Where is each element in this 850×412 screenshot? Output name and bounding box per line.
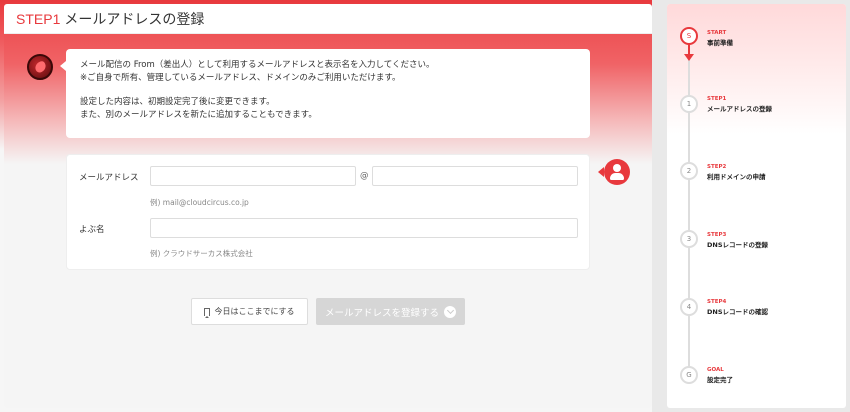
step-tag: STEP1	[707, 96, 727, 102]
step-name: DNSレコードの登録	[707, 241, 769, 249]
message-line: ※ご自身で所有、管理しているメールアドレス、ドメインのみご利用いただけます。	[80, 72, 401, 83]
step-marker-3: 3	[680, 230, 698, 248]
page-title: メールアドレスの登録	[64, 10, 205, 27]
step-label: STEP1	[16, 10, 61, 27]
at-symbol: @	[360, 171, 369, 181]
email-label: メールアドレス	[79, 173, 139, 183]
step-name: 事前準備	[707, 39, 733, 47]
user-avatar-icon	[598, 159, 630, 185]
email-domain-input[interactable]	[372, 166, 578, 186]
progress-sidebar: S START 事前準備 1 STEP1 メールアドレスの登録 2 STEP2 …	[667, 4, 846, 408]
register-email-label: メールアドレスを登録する	[324, 307, 439, 319]
save-for-later-label: 今日はここまでにする	[214, 307, 295, 316]
step-tag: STEP4	[707, 299, 727, 305]
name-label: よぶ名	[79, 225, 105, 235]
step-name: 設定完了	[707, 376, 733, 384]
name-hint: 例) クラウドサーカス株式会社	[150, 249, 253, 258]
step-tag: GOAL	[707, 367, 724, 373]
step-name: 利用ドメインの申請	[707, 173, 766, 181]
instruction-message: メール配信の From（差出人）として利用するメールアドレスと表示名を入力してく…	[60, 49, 590, 138]
email-hint: 例) mail@cloudcircus.co.jp	[150, 198, 249, 207]
step-marker-4: 4	[680, 298, 698, 316]
step-marker-goal: G	[680, 366, 698, 384]
bird-avatar-icon	[27, 54, 53, 80]
email-local-input[interactable]	[150, 166, 356, 186]
page-header: STEP1 メールアドレスの登録	[4, 4, 652, 34]
chevron-down-circle-icon	[444, 305, 456, 318]
step-marker-start: S	[680, 27, 698, 45]
step-name: メールアドレスの登録	[707, 105, 772, 113]
step-tag: STEP3	[707, 232, 727, 238]
step-marker-1: 1	[680, 95, 698, 113]
step-name: DNSレコードの確認	[707, 308, 769, 316]
message-line: メール配信の From（差出人）として利用するメールアドレスと表示名を入力してく…	[80, 60, 435, 70]
progress-line	[688, 36, 690, 384]
step-tag: STEP2	[707, 164, 727, 170]
message-line: 設定した内容は、初期設定完了後に変更できます。	[80, 97, 275, 107]
step-marker-2: 2	[680, 162, 698, 180]
save-for-later-button[interactable]: 今日はここまでにする	[191, 298, 308, 325]
bookmark-icon	[204, 307, 211, 318]
display-name-input[interactable]	[150, 218, 578, 238]
email-form: メールアドレス @ 例) mail@cloudcircus.co.jp よぶ名 …	[66, 154, 590, 270]
register-email-button[interactable]: メールアドレスを登録する	[316, 298, 465, 325]
step-tag: START	[707, 30, 727, 36]
progress-arrow-icon	[684, 54, 694, 61]
message-line: また、別のメールアドレスを新たに追加することもできます。	[80, 109, 317, 120]
